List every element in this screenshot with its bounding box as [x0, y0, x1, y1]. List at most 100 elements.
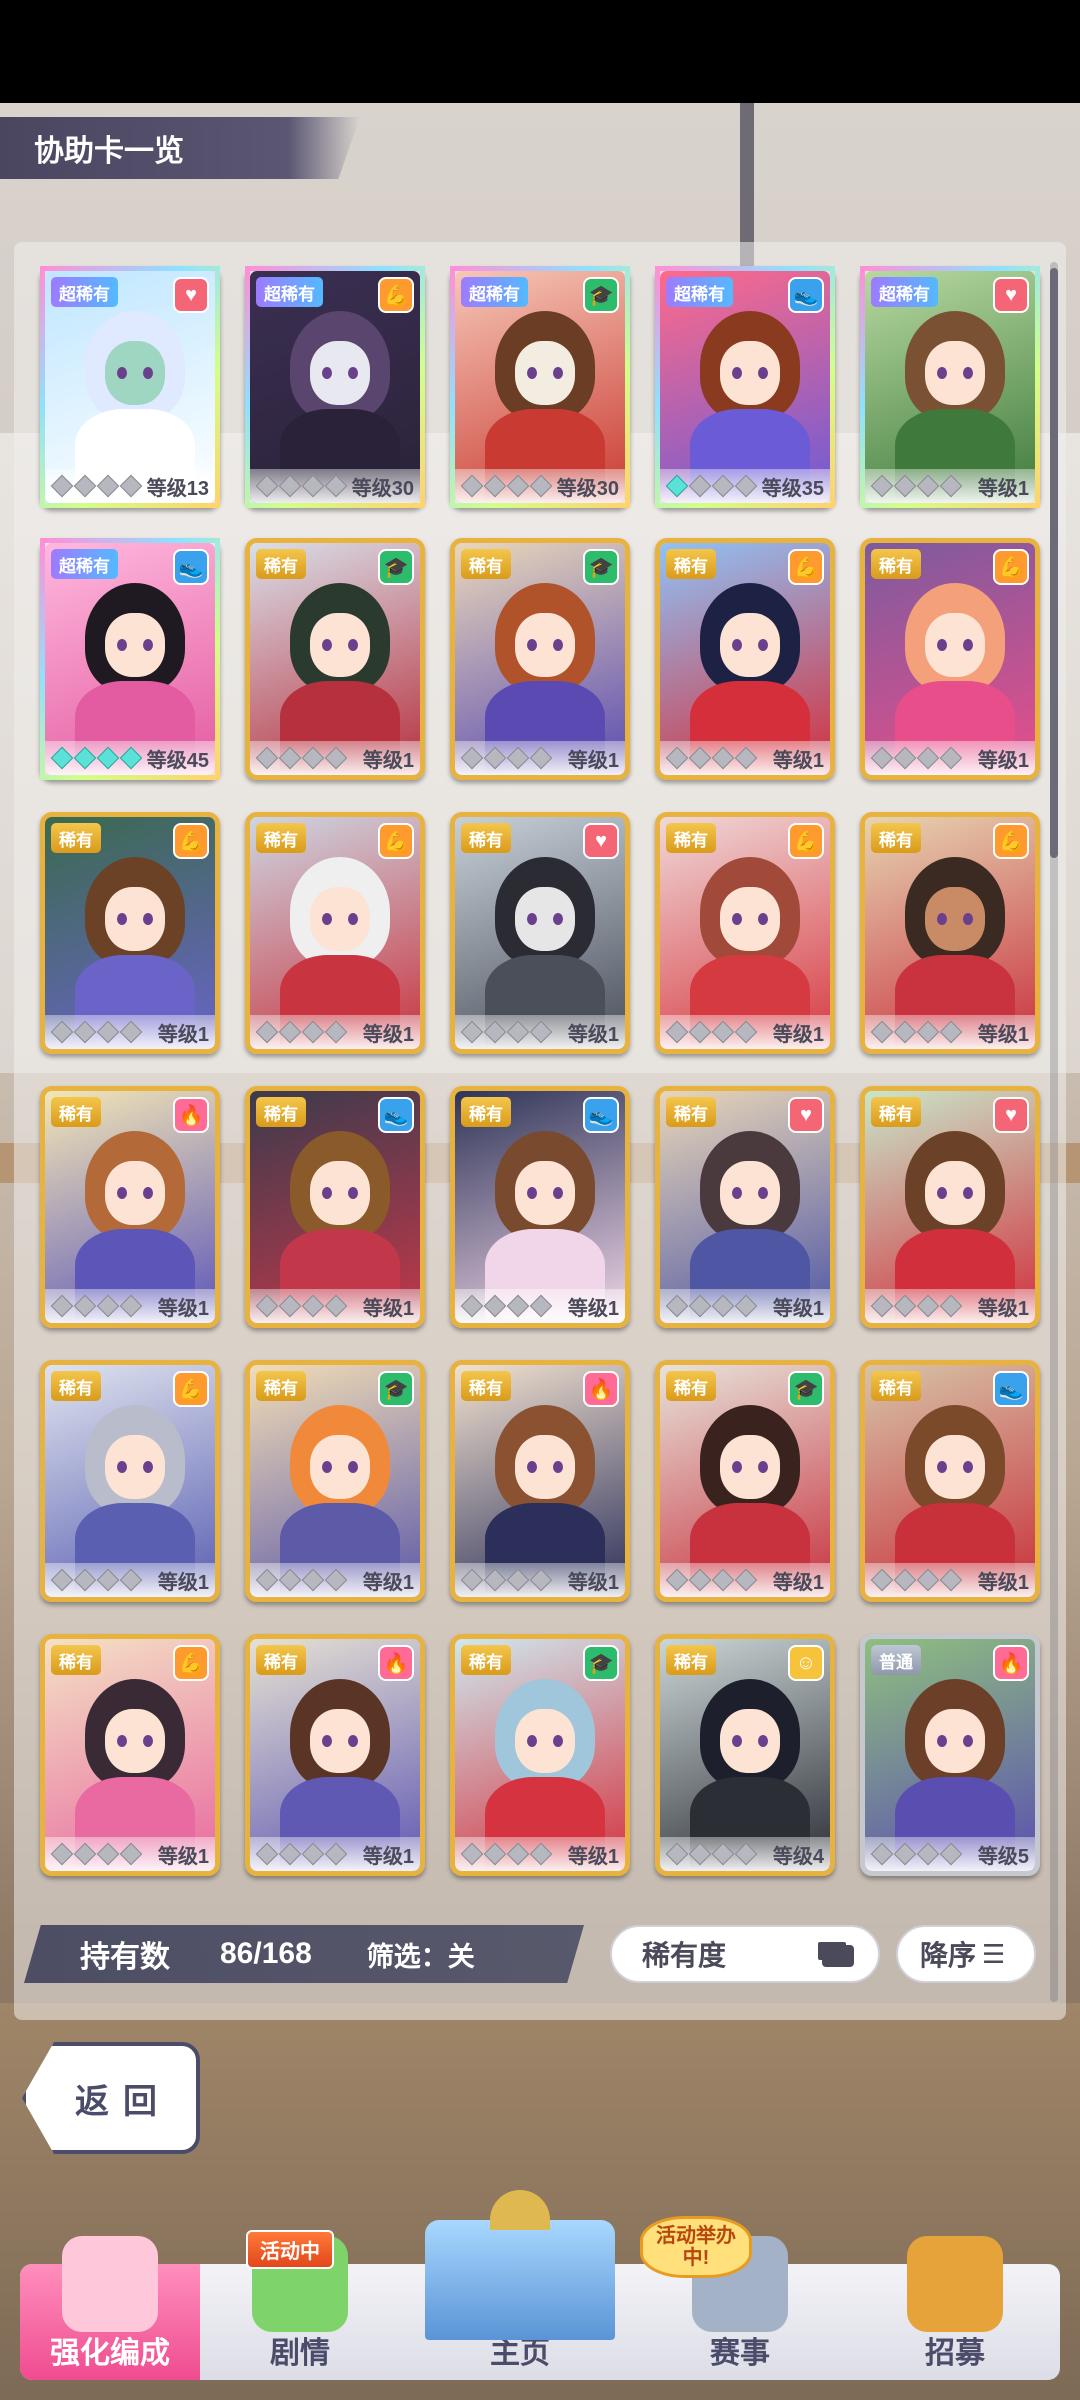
nav-enhance[interactable]: 强化编成	[20, 2236, 200, 2380]
support-card[interactable]: 超稀有 💪 等级30	[245, 266, 425, 508]
support-card[interactable]: 稀有 ♥ 等级1	[450, 812, 630, 1054]
nav-label: 招募	[925, 2337, 985, 2370]
card-footer: 等级1	[45, 1563, 215, 1597]
support-card[interactable]: 超稀有 👟 等级35	[655, 266, 835, 508]
card-footer: 等级30	[250, 469, 420, 503]
support-card[interactable]: 稀有 💪 等级1	[860, 812, 1040, 1054]
speed-icon: 👟	[788, 277, 824, 313]
wisdom-icon: 🎓	[788, 1371, 824, 1407]
card-level: 等级5	[977, 1845, 1029, 1868]
support-card[interactable]: 稀有 💪 等级1	[40, 812, 220, 1054]
card-footer: 等级1	[865, 741, 1035, 775]
card-level: 等级1	[157, 1571, 209, 1594]
filter-button[interactable]: 筛选：关	[367, 1935, 475, 1974]
nav-home[interactable]: 主页	[410, 2190, 630, 2380]
card-footer: 等级1	[455, 1837, 625, 1871]
support-card[interactable]: 稀有 💪 等级1	[245, 812, 425, 1054]
support-card[interactable]: 稀有 💪 等级1	[40, 1634, 220, 1876]
rarity-badge: 稀有	[51, 823, 101, 853]
limit-break-diamonds	[665, 474, 758, 498]
rarity-badge: 稀有	[51, 1097, 101, 1127]
wisdom-icon: 🎓	[378, 549, 414, 585]
rarity-badge: 稀有	[461, 1645, 511, 1675]
support-card[interactable]: 稀有 🎓 等级1	[245, 538, 425, 780]
support-card[interactable]: 稀有 🎓 等级1	[245, 1360, 425, 1602]
card-footer: 等级1	[660, 1563, 830, 1597]
support-card[interactable]: 稀有 🎓 等级1	[655, 1360, 835, 1602]
limit-break-diamonds	[460, 1842, 553, 1866]
support-card[interactable]: 稀有 🔥 等级1	[450, 1360, 630, 1602]
card-footer: 等级45	[45, 741, 215, 775]
rarity-badge: 超稀有	[51, 549, 118, 579]
limit-break-diamonds	[870, 474, 963, 498]
sort-field-select[interactable]: 稀有度	[610, 1925, 880, 1983]
guts-icon: 🔥	[993, 1645, 1029, 1681]
card-footer: 等级1	[455, 741, 625, 775]
guts-icon: 🔥	[173, 1097, 209, 1133]
support-card[interactable]: 稀有 ♥ 等级1	[860, 1086, 1040, 1328]
rarity-badge: 稀有	[461, 1371, 511, 1401]
limit-break-diamonds	[255, 1842, 348, 1866]
card-level: 等级1	[157, 1297, 209, 1320]
event-running-badge: 活动举办中!	[640, 2216, 752, 2278]
card-footer: 等级1	[455, 1289, 625, 1323]
support-card[interactable]: 超稀有 🎓 等级30	[450, 266, 630, 508]
sort-field-label: 稀有度	[642, 1940, 727, 1971]
support-card[interactable]: 稀有 🔥 等级1	[40, 1086, 220, 1328]
support-card[interactable]: 超稀有 ♥ 等级1	[860, 266, 1040, 508]
support-card[interactable]: 超稀有 👟 等级45	[40, 538, 220, 780]
support-card[interactable]: 稀有 💪 等级1	[655, 538, 835, 780]
card-footer: 等级5	[865, 1837, 1035, 1871]
support-card[interactable]: 稀有 🔥 等级1	[245, 1634, 425, 1876]
guts-icon: 🔥	[583, 1371, 619, 1407]
support-card[interactable]: 超稀有 ♥ 等级13	[40, 266, 220, 508]
support-card[interactable]: 稀有 💪 等级1	[655, 812, 835, 1054]
back-button[interactable]: 返回	[22, 2042, 200, 2154]
support-card[interactable]: 稀有 ♥ 等级1	[655, 1086, 835, 1328]
rarity-badge: 稀有	[666, 1371, 716, 1401]
nav-label: 剧情	[270, 2337, 330, 2370]
card-footer: 等级1	[250, 1837, 420, 1871]
rarity-badge: 超稀有	[666, 277, 733, 307]
scrollbar-thumb[interactable]	[1050, 268, 1058, 858]
support-card[interactable]: 稀有 💪 等级1	[40, 1360, 220, 1602]
limit-break-diamonds	[255, 1020, 348, 1044]
power-icon: 💪	[993, 549, 1029, 585]
rarity-badge: 超稀有	[256, 277, 323, 307]
nav-race[interactable]: 赛事 活动举办中!	[640, 2216, 840, 2380]
nav-story[interactable]: 剧情 活动中	[200, 2230, 400, 2380]
limit-break-diamonds	[870, 1294, 963, 1318]
card-footer: 等级1	[660, 1289, 830, 1323]
support-card[interactable]: 稀有 ☺ 等级4	[655, 1634, 835, 1876]
card-level: 等级1	[977, 477, 1029, 500]
limit-break-diamonds	[255, 1568, 348, 1592]
status-bar	[0, 0, 1080, 103]
sort-order-button[interactable]: 降序 ☰	[896, 1925, 1036, 1983]
support-card[interactable]: 稀有 👟 等级1	[860, 1360, 1040, 1602]
rarity-badge: 稀有	[256, 1371, 306, 1401]
support-card[interactable]: 稀有 🎓 等级1	[450, 538, 630, 780]
speed-icon: 👟	[583, 1097, 619, 1133]
card-level: 等级1	[772, 749, 824, 772]
support-card[interactable]: 普通 🔥 等级5	[860, 1634, 1040, 1876]
support-card[interactable]: 稀有 👟 等级1	[245, 1086, 425, 1328]
speed-icon: 👟	[378, 1097, 414, 1133]
rarity-badge: 超稀有	[51, 277, 118, 307]
page-title: 协助卡一览	[0, 117, 360, 179]
speed-icon: 👟	[993, 1371, 1029, 1407]
support-card[interactable]: 稀有 👟 等级1	[450, 1086, 630, 1328]
limit-break-diamonds	[460, 1020, 553, 1044]
wisdom-icon: 🎓	[378, 1371, 414, 1407]
limit-break-diamonds	[460, 1568, 553, 1592]
support-card[interactable]: 稀有 🎓 等级1	[450, 1634, 630, 1876]
card-level: 等级35	[761, 477, 824, 500]
wisdom-icon: 🎓	[583, 277, 619, 313]
limit-break-diamonds	[50, 1294, 143, 1318]
support-card[interactable]: 稀有 💪 等级1	[860, 538, 1040, 780]
rarity-badge: 稀有	[256, 1645, 306, 1675]
limit-break-diamonds	[460, 746, 553, 770]
nav-label: 强化编成	[50, 2337, 170, 2370]
heart-icon: ♥	[583, 823, 619, 859]
limit-break-diamonds	[665, 1842, 758, 1866]
nav-gacha[interactable]: 招募	[850, 2236, 1060, 2380]
